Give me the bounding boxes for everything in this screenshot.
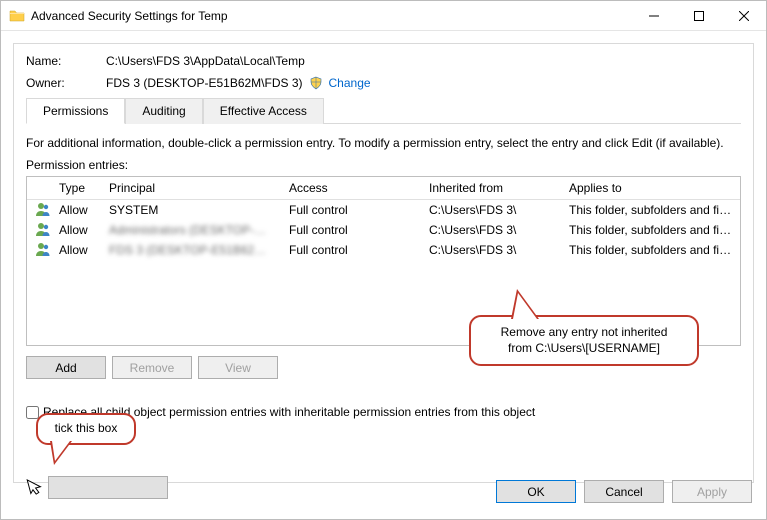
cell-access: Full control <box>281 219 421 241</box>
remove-button-label: Remove <box>130 361 175 375</box>
name-label: Name: <box>26 54 106 68</box>
cell-applies: This folder, subfolders and files <box>561 239 740 261</box>
tab-auditing-label: Auditing <box>142 104 185 118</box>
entries-label: Permission entries: <box>26 158 741 172</box>
close-button[interactable] <box>721 1 766 30</box>
cell-principal: Administrators (DESKTOP-E51... <box>101 219 281 241</box>
owner-value: FDS 3 (DESKTOP-E51B62M\FDS 3) <box>106 76 303 90</box>
col-access[interactable]: Access <box>281 177 421 199</box>
ok-button[interactable]: OK <box>496 480 576 503</box>
cell-type: Allow <box>51 239 101 261</box>
cell-inherited: C:\Users\FDS 3\ <box>421 239 561 261</box>
view-button-label: View <box>225 361 251 375</box>
shield-icon <box>309 76 323 90</box>
tab-permissions-label: Permissions <box>43 104 108 118</box>
cell-access: Full control <box>281 239 421 261</box>
replace-checkbox[interactable] <box>26 406 39 419</box>
obscured-button[interactable] <box>48 476 168 499</box>
ok-button-label: OK <box>527 485 544 499</box>
tab-effective-label: Effective Access <box>220 104 307 118</box>
annotation-callout-remove-entry: Remove any entry not inherited from C:\U… <box>469 315 699 366</box>
col-inherited[interactable]: Inherited from <box>421 177 561 199</box>
col-applies[interactable]: Applies to <box>561 177 740 199</box>
cell-principal: SYSTEM <box>101 199 281 221</box>
callout1-line1: Remove any entry not inherited <box>485 325 683 341</box>
name-value: C:\Users\FDS 3\AppData\Local\Temp <box>106 54 741 68</box>
cancel-button[interactable]: Cancel <box>584 480 664 503</box>
window-title: Advanced Security Settings for Temp <box>31 9 631 23</box>
window: Advanced Security Settings for Temp Name… <box>0 0 767 520</box>
view-button[interactable]: View <box>198 356 278 379</box>
minimize-button[interactable] <box>631 1 676 30</box>
col-principal[interactable]: Principal <box>101 177 281 199</box>
folder-icon <box>9 8 25 24</box>
tabs: Permissions Auditing Effective Access <box>26 98 741 124</box>
dialog-footer: OK Cancel Apply <box>496 480 752 503</box>
apply-button-label: Apply <box>697 485 727 499</box>
remove-button[interactable]: Remove <box>112 356 192 379</box>
name-row: Name: C:\Users\FDS 3\AppData\Local\Temp <box>26 54 741 68</box>
cell-inherited: C:\Users\FDS 3\ <box>421 219 561 241</box>
titlebar: Advanced Security Settings for Temp <box>1 1 766 31</box>
table-row[interactable]: AllowAdministrators (DESKTOP-E51...Full … <box>27 220 740 240</box>
callout2-text: tick this box <box>55 421 118 435</box>
cell-type: Allow <box>51 219 101 241</box>
info-text: For additional information, double-click… <box>26 136 741 150</box>
col-type[interactable]: Type <box>51 177 101 199</box>
change-owner-link[interactable]: Change <box>329 76 371 90</box>
owner-row: Owner: FDS 3 (DESKTOP-E51B62M\FDS 3) Cha… <box>26 76 741 90</box>
maximize-button[interactable] <box>676 1 721 30</box>
cell-access: Full control <box>281 199 421 221</box>
user-icon <box>35 241 51 257</box>
cell-type: Allow <box>51 199 101 221</box>
grid-header: Type Principal Access Inherited from App… <box>27 177 740 200</box>
table-row[interactable]: AllowSYSTEMFull controlC:\Users\FDS 3\Th… <box>27 200 740 220</box>
cell-inherited: C:\Users\FDS 3\ <box>421 199 561 221</box>
apply-button[interactable]: Apply <box>672 480 752 503</box>
callout1-line2: from C:\Users\[USERNAME] <box>485 341 683 357</box>
cell-applies: This folder, subfolders and files <box>561 199 740 221</box>
annotation-callout-tick-box: tick this box <box>36 413 136 445</box>
tab-permissions[interactable]: Permissions <box>26 98 125 124</box>
user-icon <box>35 201 51 217</box>
cell-applies: This folder, subfolders and files <box>561 219 740 241</box>
table-row[interactable]: AllowFDS 3 (DESKTOP-E51B62M\FD...Full co… <box>27 240 740 260</box>
tab-effective-access[interactable]: Effective Access <box>203 98 324 124</box>
cell-principal: FDS 3 (DESKTOP-E51B62M\FD... <box>101 239 281 261</box>
add-button-label: Add <box>55 361 76 375</box>
user-icon <box>35 221 51 237</box>
cancel-button-label: Cancel <box>605 485 642 499</box>
tab-auditing[interactable]: Auditing <box>125 98 202 124</box>
owner-label: Owner: <box>26 76 106 90</box>
add-button[interactable]: Add <box>26 356 106 379</box>
